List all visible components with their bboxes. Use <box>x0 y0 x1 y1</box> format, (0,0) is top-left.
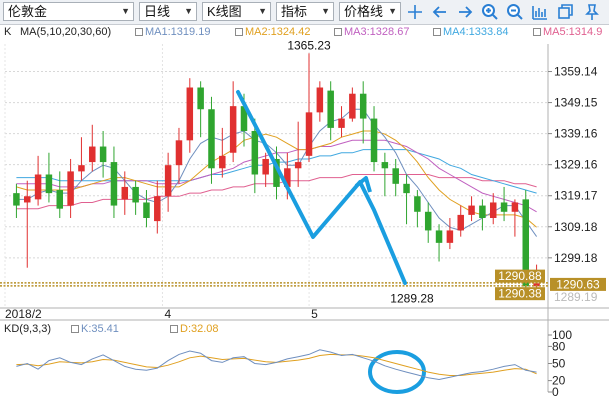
candle-body <box>121 186 129 200</box>
candle-body <box>197 87 204 110</box>
kd-title: KD(9,3,3) <box>4 323 52 335</box>
date-tick-label: 2018/2 <box>5 307 42 321</box>
low-price-label: 1289.28 <box>390 292 434 306</box>
candle-body <box>338 118 345 128</box>
candle-body <box>219 155 226 169</box>
candle-body <box>305 112 313 156</box>
price-chart[interactable]: 1365.23 1289.28 1359.14 1349.15 1339.16 1329… <box>0 0 609 402</box>
kd-tick-label: 50 <box>552 357 566 371</box>
candle-body <box>359 93 367 119</box>
kd-d-value: D:32.08 <box>180 323 219 335</box>
price-tick-label: 1329.16 <box>554 158 598 172</box>
price-tick-label: 1349.15 <box>554 96 598 110</box>
price-badge-top: 1290.88 <box>498 269 542 283</box>
kd-tick-label: 0 <box>552 385 559 399</box>
candle-body <box>446 230 454 243</box>
date-tick-label: 5 <box>311 307 318 321</box>
candle-body <box>403 183 410 194</box>
candle-body <box>13 193 20 206</box>
candle-body <box>164 165 172 197</box>
price-tick-label: 1339.16 <box>554 127 598 141</box>
candle-body <box>251 131 259 175</box>
kd-k-value: K:35.41 <box>81 323 119 335</box>
price-tick-label-partial: 1289.19 <box>554 290 598 304</box>
kd-d-checkbox[interactable] <box>170 325 178 333</box>
price-tick-label: 1359.14 <box>554 65 598 79</box>
candle-body <box>99 146 107 163</box>
candle-body <box>327 90 334 128</box>
candle-body <box>316 87 324 113</box>
date-tick-label: 4 <box>164 307 171 321</box>
candle-body <box>468 205 475 215</box>
candle-body <box>500 202 508 212</box>
candle-body <box>78 165 85 172</box>
candle-body <box>67 171 74 206</box>
candle-body <box>186 87 194 141</box>
candle-body <box>56 190 64 209</box>
candle-body <box>34 174 42 200</box>
candle-body <box>370 118 378 163</box>
candle-body <box>262 158 269 175</box>
candle-body <box>294 162 302 169</box>
candle-body <box>208 109 215 169</box>
candle-body <box>349 93 356 119</box>
candle-body <box>381 162 389 169</box>
price-badge-bottom: 1290.38 <box>498 287 542 301</box>
candle-body <box>24 196 31 203</box>
candle-body <box>143 202 150 218</box>
candle-body <box>414 196 421 212</box>
candle-body <box>229 106 237 153</box>
candle-body <box>89 146 96 163</box>
price-badge-current: 1290.63 <box>556 277 600 291</box>
candle-body <box>479 205 486 218</box>
candle-body <box>424 211 432 231</box>
candle-body <box>511 202 519 212</box>
candle-body <box>175 140 183 166</box>
price-tick-label: 1319.17 <box>554 189 598 203</box>
price-tick-label: 1299.18 <box>554 251 598 265</box>
kd-k-checkbox[interactable] <box>71 325 79 333</box>
candle-body <box>457 214 464 231</box>
candle-body <box>45 174 53 194</box>
candle-body <box>132 186 139 203</box>
candle-body <box>154 196 161 222</box>
price-tick-label: 1309.18 <box>554 220 598 234</box>
candle-body <box>435 230 443 243</box>
kd-tick-label: 80 <box>552 339 566 353</box>
candle-body <box>392 168 399 184</box>
candle-body <box>489 202 497 218</box>
candle-body <box>110 162 118 206</box>
high-price-label: 1365.23 <box>287 38 331 52</box>
